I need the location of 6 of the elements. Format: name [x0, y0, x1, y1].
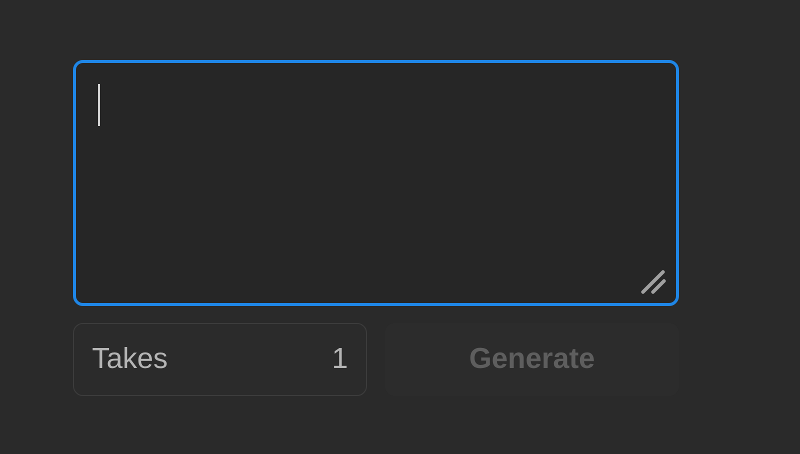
- prompt-text-area[interactable]: [73, 60, 679, 306]
- takes-field[interactable]: Takes 1: [73, 323, 367, 396]
- takes-label: Takes: [92, 342, 168, 377]
- text-caret: [98, 84, 100, 126]
- resize-handle-icon[interactable]: [641, 268, 667, 294]
- takes-value: 1: [332, 342, 348, 377]
